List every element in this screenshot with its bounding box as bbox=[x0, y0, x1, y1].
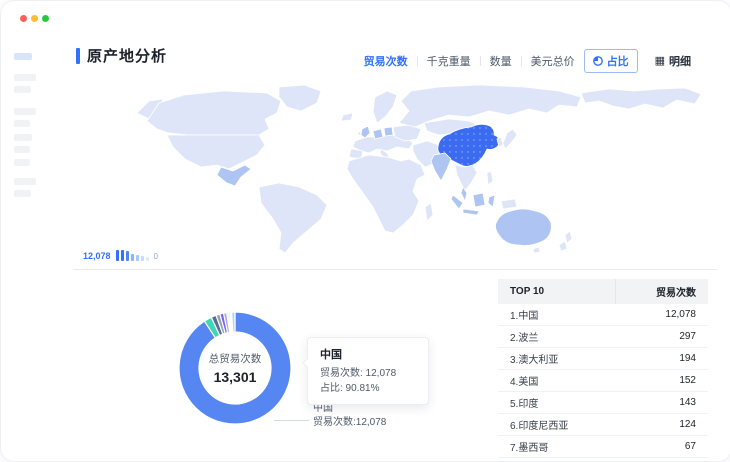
map-region-siberia-east bbox=[581, 88, 701, 109]
legend-bar bbox=[131, 254, 134, 261]
value-cell: 143 bbox=[616, 392, 708, 414]
table-row: 5.印度143 bbox=[498, 392, 708, 414]
donut-slice-其他[interactable] bbox=[232, 312, 235, 332]
map-region-canada bbox=[147, 91, 281, 135]
tab-kg-weight[interactable]: 千克重量 bbox=[427, 53, 471, 69]
map-scale-legend: 12,078 0 bbox=[83, 246, 158, 261]
map-country-mexico[interactable] bbox=[217, 165, 251, 186]
world-map[interactable] bbox=[129, 83, 709, 255]
table-header-metric: 贸易次数 bbox=[616, 279, 708, 304]
legend-bars bbox=[116, 250, 149, 261]
chart-tooltip: 中国 贸易次数: 12,078 占比: 90.81% bbox=[307, 337, 429, 405]
donut-callout-label: 中国 贸易次数:12,078 bbox=[313, 402, 386, 430]
map-region-sumatra[interactable] bbox=[451, 195, 463, 209]
table-header-rank: TOP 10 bbox=[498, 279, 616, 304]
legend-bar bbox=[121, 250, 124, 261]
tab-separator bbox=[521, 56, 522, 66]
sidebar-item[interactable] bbox=[14, 86, 31, 93]
map-region-greenland bbox=[279, 85, 321, 111]
map-region-south-america bbox=[259, 183, 327, 253]
legend-max-value: 12,078 bbox=[83, 251, 111, 261]
table-row: 6.印度尼西亚124 bbox=[498, 414, 708, 436]
country-cell: 7.墨西哥 bbox=[498, 436, 616, 458]
country-cell: 3.澳大利亚 bbox=[498, 348, 616, 370]
map-region-scandinavia bbox=[373, 91, 397, 123]
tab-usd-total[interactable]: 美元总价 bbox=[531, 53, 575, 69]
sidebar-item[interactable] bbox=[14, 146, 30, 153]
map-region-madagascar bbox=[425, 203, 433, 221]
minimize-button[interactable] bbox=[31, 15, 38, 22]
title-accent-bar bbox=[76, 48, 80, 64]
map-region-tasmania bbox=[533, 247, 540, 253]
donut-callout-line bbox=[274, 420, 309, 421]
map-region-philippines bbox=[487, 171, 493, 185]
map-region-borneo[interactable] bbox=[473, 193, 485, 207]
map-country-uk[interactable] bbox=[361, 126, 370, 138]
map-region-ireland bbox=[357, 131, 361, 136]
sidebar-item[interactable] bbox=[14, 134, 32, 141]
map-country-poland[interactable] bbox=[384, 127, 393, 136]
sidebar-item[interactable] bbox=[14, 74, 36, 81]
legend-bar bbox=[136, 255, 139, 261]
tab-separator bbox=[417, 56, 418, 66]
sidebar-item-active[interactable] bbox=[14, 53, 32, 60]
value-cell: 124 bbox=[616, 414, 708, 436]
map-country-germany[interactable] bbox=[373, 129, 383, 139]
table-row: 3.澳大利亚194 bbox=[498, 348, 708, 370]
pie-icon bbox=[593, 56, 603, 66]
map-country-australia[interactable] bbox=[495, 209, 551, 246]
tab-trade-count[interactable]: 贸易次数 bbox=[364, 53, 408, 69]
tab-separator bbox=[480, 56, 481, 66]
value-cell: 194 bbox=[616, 348, 708, 370]
top10-table: TOP 10 贸易次数 1.中国12,0782.波兰2973.澳大利亚1944.… bbox=[498, 279, 708, 462]
table-row: 4.美国152 bbox=[498, 370, 708, 392]
country-cell: 6.印度尼西亚 bbox=[498, 414, 616, 436]
legend-bar bbox=[146, 257, 149, 261]
map-country-india[interactable] bbox=[431, 153, 451, 181]
sidebar-item[interactable] bbox=[14, 190, 31, 197]
table-row: 1.中国12,078 bbox=[498, 304, 708, 326]
map-region-indochina bbox=[455, 165, 477, 191]
map-region-java[interactable] bbox=[463, 209, 479, 215]
value-cell: 67 bbox=[616, 436, 708, 458]
map-region-russia bbox=[399, 85, 581, 127]
tab-quantity[interactable]: 数量 bbox=[490, 53, 512, 69]
map-region-usa bbox=[167, 135, 265, 169]
value-cell: 152 bbox=[616, 370, 708, 392]
ratio-toggle-button[interactable]: 占比 bbox=[584, 49, 638, 73]
value-cell: 12,078 bbox=[616, 304, 708, 326]
detail-toggle-button[interactable]: ▦ 明细 bbox=[647, 50, 699, 72]
map-region-new-guinea bbox=[501, 199, 517, 209]
sidebar-item[interactable] bbox=[14, 108, 36, 115]
sidebar-item[interactable] bbox=[14, 120, 30, 127]
legend-bar bbox=[141, 256, 144, 261]
country-cell: 1.中国 bbox=[498, 304, 616, 326]
legend-bar bbox=[116, 250, 119, 261]
detail-grid-icon: ▦ bbox=[655, 56, 665, 66]
section-divider bbox=[73, 269, 717, 270]
value-cell: 297 bbox=[616, 326, 708, 348]
sidebar-item[interactable] bbox=[14, 159, 30, 166]
map-region-africa bbox=[347, 155, 425, 233]
sidebar-item[interactable] bbox=[14, 178, 36, 185]
close-button[interactable] bbox=[20, 15, 27, 22]
map-region-japan bbox=[503, 129, 517, 149]
table-row: 7.墨西哥67 bbox=[498, 436, 708, 458]
map-region-new-zealand bbox=[559, 231, 572, 251]
map-region-sulawesi[interactable] bbox=[488, 195, 495, 207]
country-cell: 5.印度 bbox=[498, 392, 616, 414]
legend-bar bbox=[126, 251, 129, 261]
country-cell: 2.波兰 bbox=[498, 326, 616, 348]
maximize-button[interactable] bbox=[42, 15, 49, 22]
country-cell: 4.美国 bbox=[498, 370, 616, 392]
map-region-iceland bbox=[341, 113, 353, 121]
page-title: 原产地分析 bbox=[87, 45, 167, 66]
app-window: 原产地分析 贸易次数 千克重量 数量 美元总价 占比 ▦ 明细 bbox=[0, 0, 730, 462]
legend-min-value: 0 bbox=[154, 252, 158, 261]
metric-toolbar: 贸易次数 千克重量 数量 美元总价 占比 ▦ 明细 bbox=[364, 49, 699, 73]
table-row: 2.波兰297 bbox=[498, 326, 708, 348]
